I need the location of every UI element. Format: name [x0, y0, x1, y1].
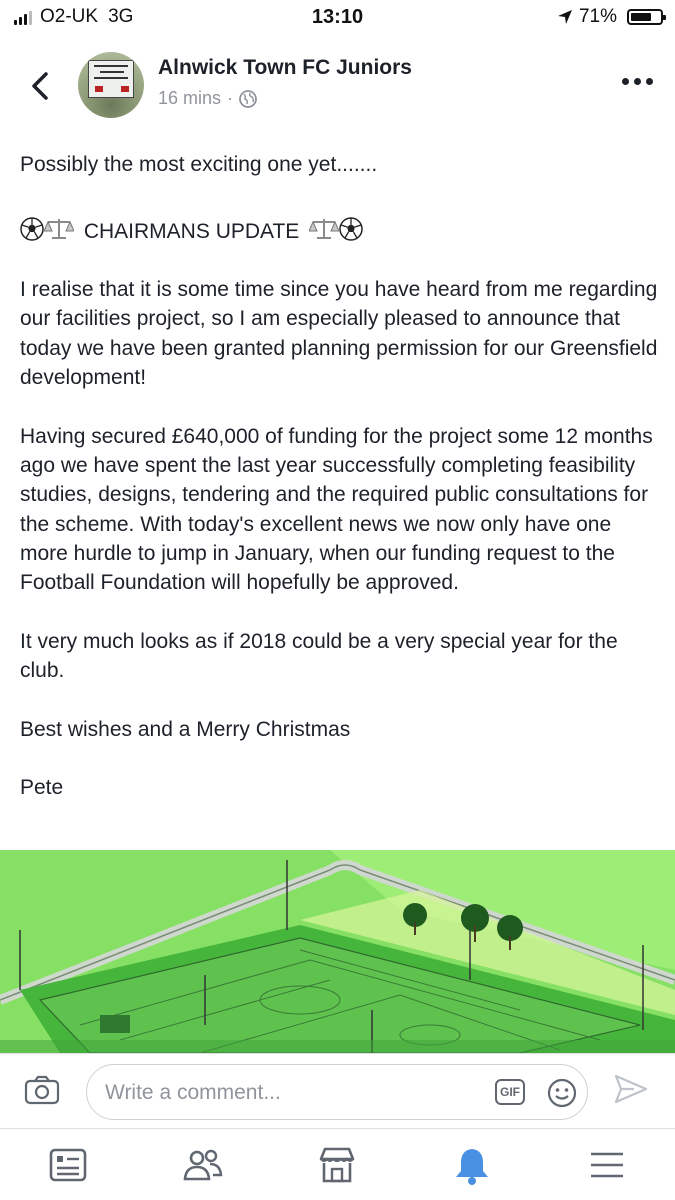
location-arrow-icon [557, 10, 572, 24]
battery-fill [631, 13, 651, 21]
status-right: 71% [557, 6, 666, 28]
post-meta: 16 mins · [158, 88, 257, 109]
menu-icon[interactable] [587, 1145, 627, 1185]
comment-input[interactable]: Write a comment... GIF [86, 1064, 588, 1120]
club-sign-avatar [88, 60, 134, 98]
news-feed-icon[interactable] [48, 1145, 88, 1185]
post-body: Possibly the most exciting one yet......… [20, 150, 660, 803]
notifications-icon[interactable] [452, 1145, 492, 1185]
comment-bar: Write a comment... GIF [0, 1053, 675, 1128]
post-header: Alnwick Town FC Juniors 16 mins · [0, 48, 675, 124]
scales-icon [44, 218, 74, 239]
pitch-plan-illustration [0, 850, 675, 1053]
back-chevron-icon[interactable] [26, 66, 54, 106]
time-ago[interactable]: 16 mins [158, 88, 221, 109]
soccer-ball-icon [20, 216, 44, 241]
heading-text: CHAIRMANS UPDATE [83, 219, 300, 243]
camera-icon[interactable] [24, 1075, 60, 1105]
bottom-tab-bar [0, 1128, 675, 1200]
post-paragraph-1: I realise that it is some time since you… [20, 278, 658, 390]
battery-icon [627, 9, 666, 25]
friends-icon[interactable] [183, 1145, 223, 1185]
globe-icon [239, 89, 257, 108]
page-avatar[interactable] [78, 52, 144, 118]
post-paragraph-3: It very much looks as if 2018 could be a… [20, 629, 618, 683]
post-heading: CHAIRMANS UPDATE [20, 216, 660, 246]
send-icon[interactable] [614, 1074, 648, 1104]
marketplace-icon[interactable] [317, 1145, 357, 1185]
post-image-pitch-plan[interactable] [0, 850, 675, 1053]
scales-icon [309, 218, 340, 239]
post-intro: Possibly the most exciting one yet......… [20, 153, 378, 176]
post-paragraph-2: Having secured £640,000 of funding for t… [20, 424, 653, 595]
post-signature: Pete [20, 776, 64, 800]
post-sign-off: Best wishes and a Merry Christmas [20, 717, 351, 741]
soccer-ball-icon [339, 216, 363, 241]
comment-placeholder: Write a comment... [105, 1081, 281, 1104]
more-options-icon[interactable] [622, 78, 653, 85]
meta-separator: · [227, 88, 234, 108]
battery-percent: 71% [578, 6, 617, 27]
emoji-icon[interactable] [547, 1078, 577, 1108]
page-name[interactable]: Alnwick Town FC Juniors [158, 56, 412, 80]
status-bar: O2-UK 3G 13:10 71% [0, 0, 675, 36]
gif-button[interactable]: GIF [495, 1079, 525, 1105]
